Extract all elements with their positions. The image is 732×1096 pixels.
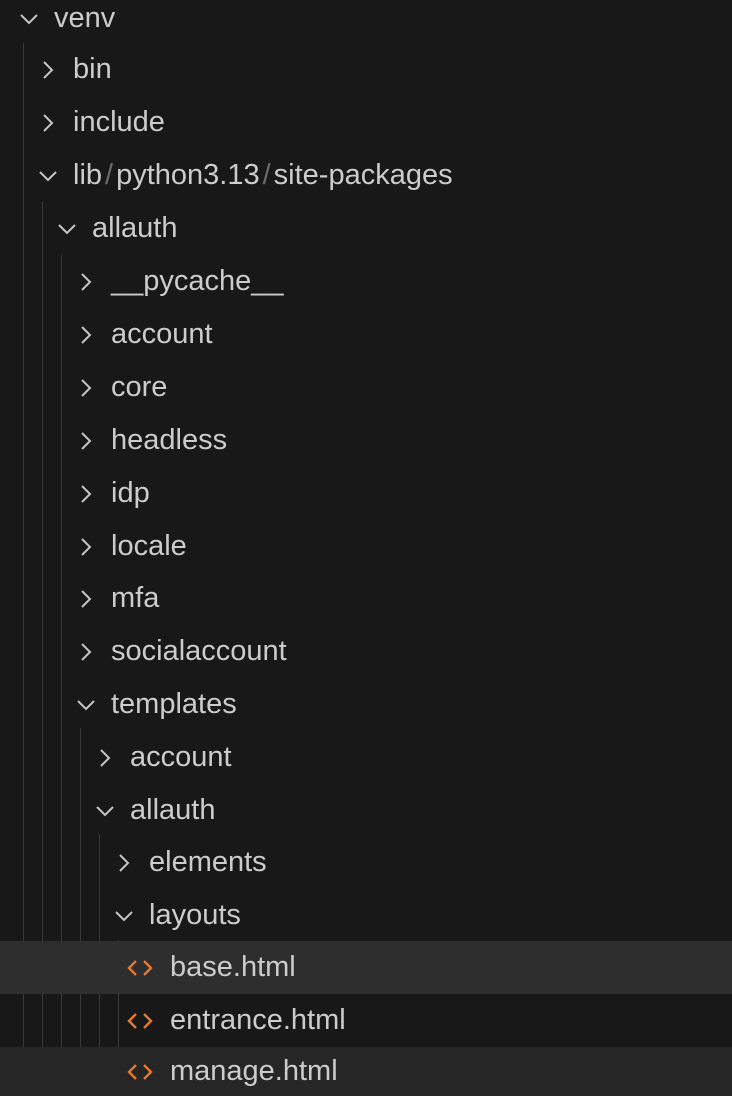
chevron-down-icon[interactable] (94, 800, 116, 822)
compact-folder-path: lib / python3.13/site-packages (73, 149, 453, 202)
tree-item-locale[interactable]: locale (0, 520, 732, 573)
tree-item-headless[interactable]: headless (0, 414, 732, 467)
chevron-down-icon[interactable] (18, 8, 40, 30)
chevron-down-icon[interactable] (37, 165, 59, 187)
tree-item-label: bin (73, 53, 112, 85)
tree-item-include[interactable]: include (0, 96, 732, 149)
chevron-right-icon[interactable] (113, 852, 135, 874)
chevron-right-icon[interactable] (75, 641, 97, 663)
tree-item-label: venv (54, 2, 116, 34)
chevron-right-icon[interactable] (75, 588, 97, 610)
path-segment-python[interactable]: python3.13 (116, 159, 260, 191)
tree-item-allauth[interactable]: allauth (0, 202, 732, 255)
tree-item-manage-html[interactable]: manage.html (0, 1047, 732, 1096)
chevron-right-icon[interactable] (37, 59, 59, 81)
tree-item-templates[interactable]: templates (0, 678, 732, 731)
chevron-right-icon[interactable] (75, 483, 97, 505)
chevron-down-icon[interactable] (113, 905, 135, 927)
chevron-right-icon[interactable] (37, 112, 59, 134)
tree-item-label: account (130, 741, 232, 773)
path-separator: / (105, 159, 114, 191)
tree-item-account[interactable]: account (0, 308, 732, 361)
tree-item-label: manage.html (170, 1055, 338, 1087)
tree-item-core[interactable]: core (0, 361, 732, 414)
tree-item-label: core (111, 371, 168, 403)
tree-item-bin[interactable]: bin (0, 43, 732, 96)
chevron-down-icon[interactable] (56, 218, 78, 240)
path-segment-site-packages[interactable]: site-packages (274, 159, 453, 191)
chevron-down-icon[interactable] (75, 694, 97, 716)
tree-item-pycache[interactable]: __pycache__ (0, 255, 732, 308)
tree-item-label: __pycache__ (111, 265, 284, 297)
tree-item-label: socialaccount (111, 635, 287, 667)
tree-item-templates-account[interactable]: account (0, 731, 732, 784)
tree-item-label: account (111, 318, 213, 350)
tree-item-elements[interactable]: elements (0, 836, 732, 889)
tree-item-label: include (73, 106, 165, 138)
tree-item-label: allauth (130, 794, 216, 826)
tree-item-venv[interactable]: venv (0, 0, 732, 45)
tree-item-lib-compact-path[interactable]: lib / python3.13/site-packages (0, 149, 732, 202)
tree-item-label: mfa (111, 582, 160, 614)
tree-item-label: base.html (170, 951, 296, 983)
html-file-icon (126, 1010, 156, 1032)
tree-item-layouts[interactable]: layouts (0, 889, 732, 942)
chevron-right-icon[interactable] (75, 430, 97, 452)
tree-item-socialaccount[interactable]: socialaccount (0, 625, 732, 678)
tree-item-label: idp (111, 477, 150, 509)
chevron-right-icon[interactable] (75, 536, 97, 558)
chevron-right-icon[interactable] (75, 377, 97, 399)
tree-item-label: locale (111, 530, 187, 562)
file-explorer-tree: venv bin include lib / python3.13/site-pac… (0, 0, 732, 1096)
tree-item-label: layouts (149, 899, 241, 931)
chevron-right-icon[interactable] (75, 324, 97, 346)
html-file-icon (126, 957, 156, 979)
tree-item-idp[interactable]: idp (0, 467, 732, 520)
tree-item-entrance-html[interactable]: entrance.html (0, 994, 732, 1047)
html-file-icon (126, 1061, 156, 1083)
tree-item-label: allauth (92, 212, 178, 244)
tree-item-label: headless (111, 424, 228, 456)
tree-item-label: elements (149, 846, 267, 878)
tree-item-label: templates (111, 688, 237, 720)
tree-item-mfa[interactable]: mfa (0, 572, 732, 625)
path-segment-lib[interactable]: lib (73, 159, 102, 191)
path-separator: / (262, 159, 271, 191)
tree-item-templates-allauth[interactable]: allauth (0, 784, 732, 837)
chevron-right-icon[interactable] (94, 747, 116, 769)
chevron-right-icon[interactable] (75, 271, 97, 293)
tree-item-label: entrance.html (170, 1004, 346, 1036)
tree-item-base-html[interactable]: base.html (0, 941, 732, 994)
